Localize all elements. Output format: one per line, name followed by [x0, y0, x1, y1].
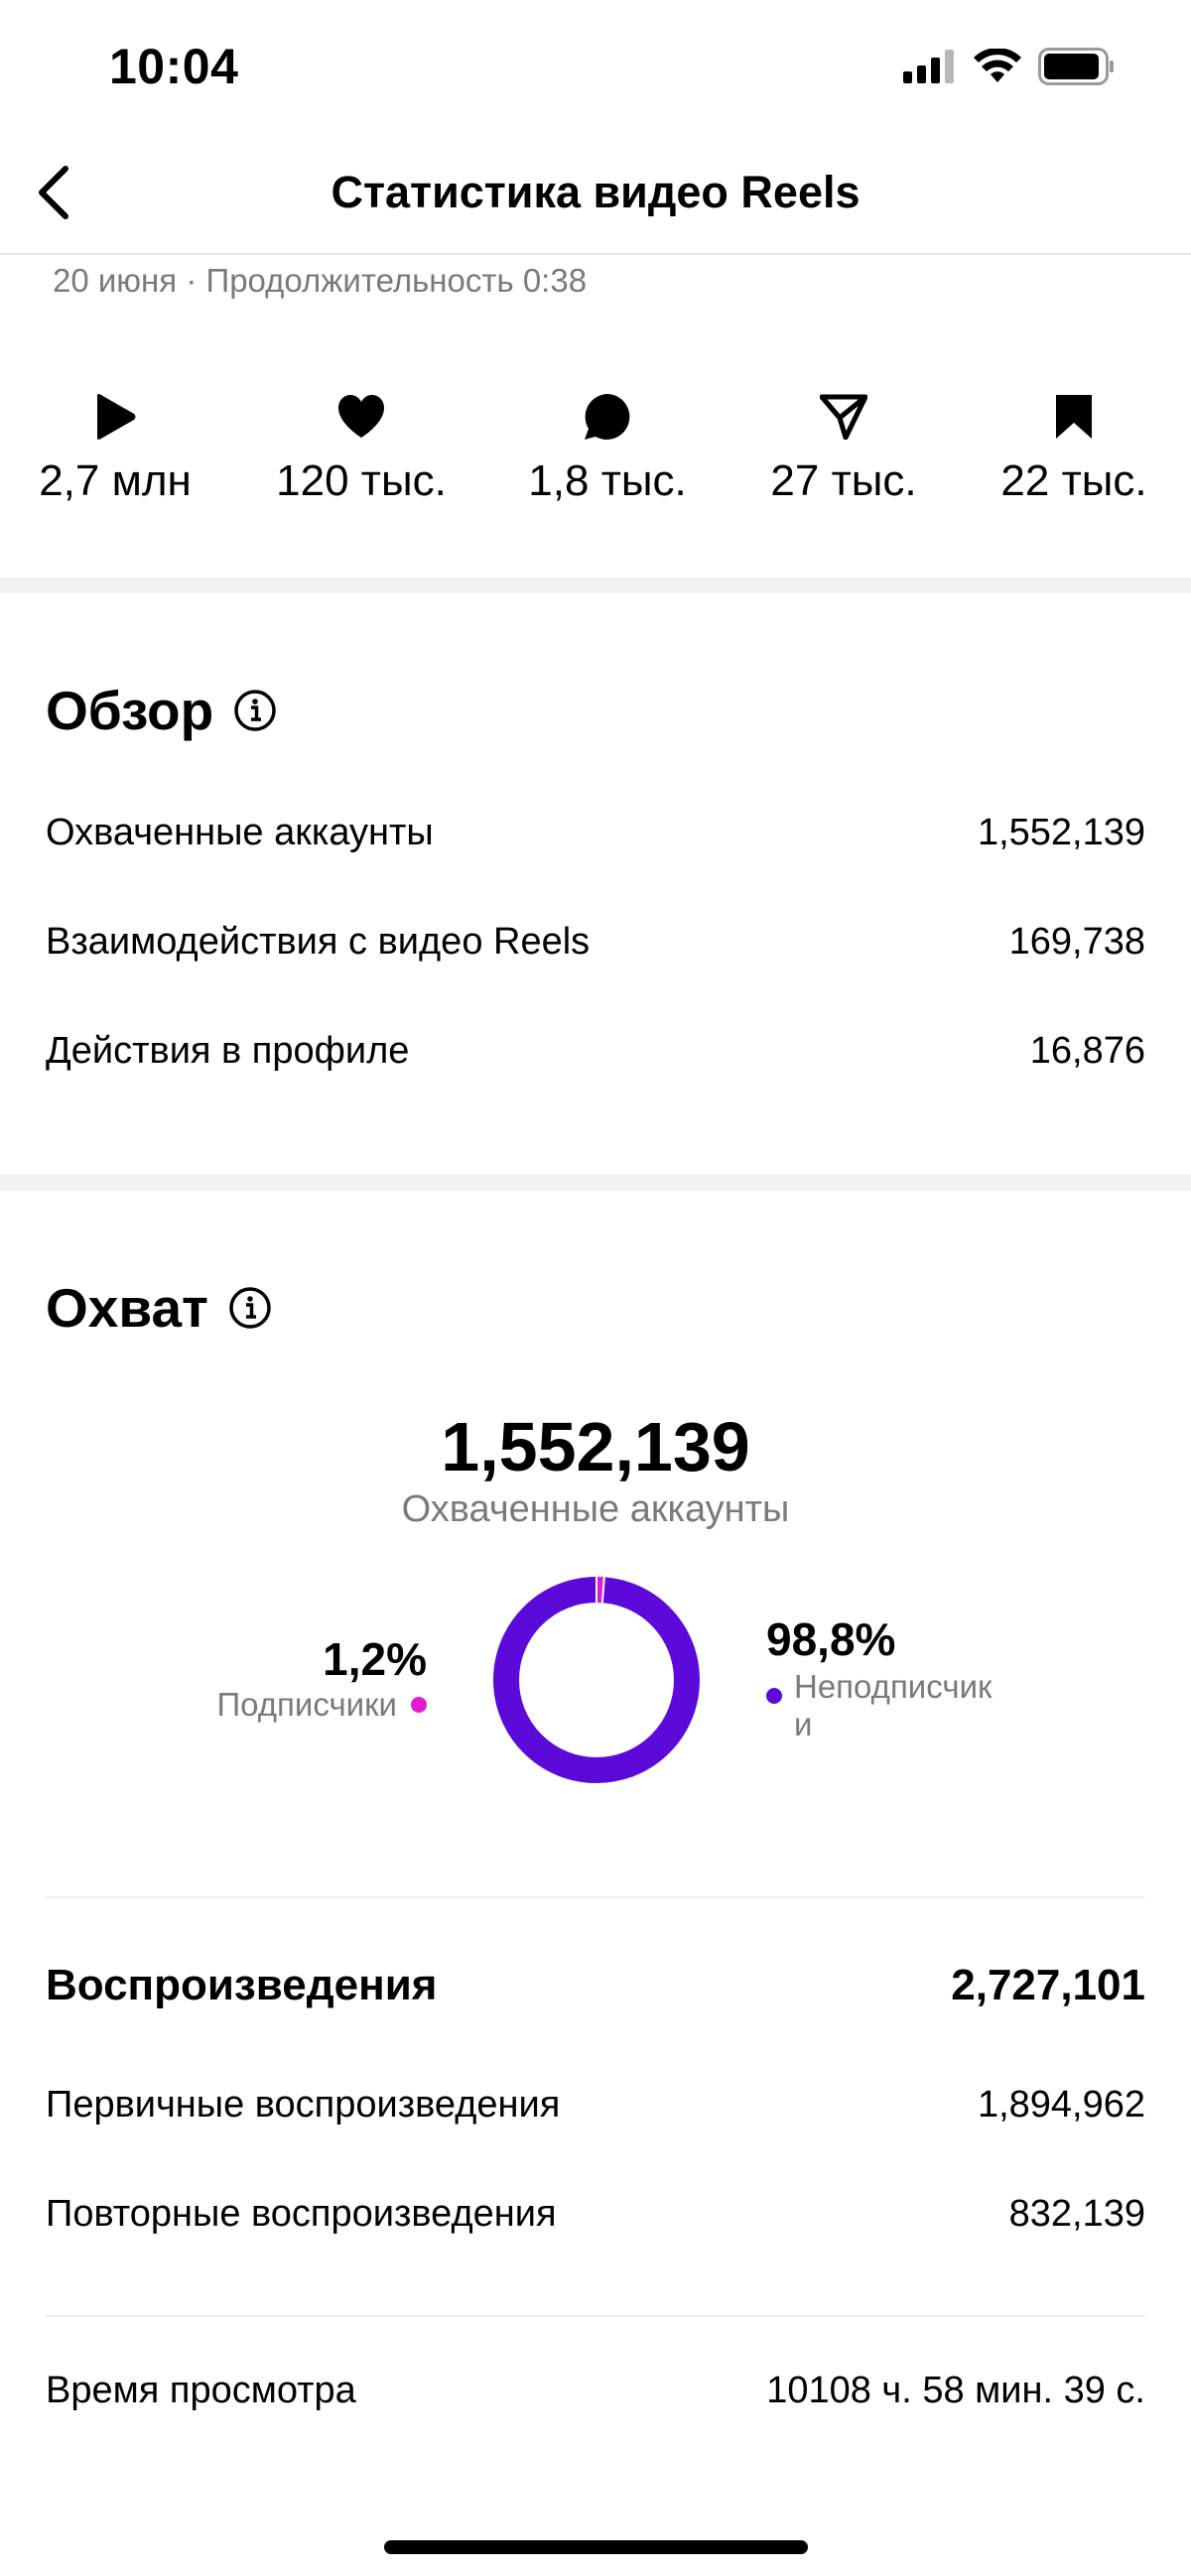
plays-row-replays: Повторные воспроизведения 832,139 [46, 2193, 1145, 2236]
overview-title: Обзор [46, 680, 214, 741]
row-value: 16,876 [1029, 1030, 1145, 1072]
reach-title: Охват [46, 1277, 208, 1339]
heart-icon [338, 395, 384, 438]
followers-legend: 1,2% Подписчики [216, 1632, 427, 1724]
info-icon[interactable] [233, 689, 277, 732]
status-time: 10:04 [109, 39, 239, 94]
metric-saves: 22 тыс. [965, 389, 1183, 506]
overview-row-reached: Охваченные аккаунты 1,552,139 [46, 812, 1145, 854]
plays-total: 2,727,101 [951, 1961, 1145, 2009]
overview-heading: Обзор [46, 679, 277, 742]
plays-total-row: Воспроизведения 2,727,101 [46, 1961, 1145, 2010]
divider [46, 2315, 1145, 2317]
metric-saves-value: 22 тыс. [1000, 456, 1147, 505]
reach-total-label: Охваченные аккаунты [401, 1488, 790, 1530]
bookmark-icon [1056, 395, 1092, 439]
metric-likes: 120 тыс. [252, 389, 470, 506]
reel-meta: 20 июня · Продолжительность 0:38 [53, 262, 588, 299]
section-divider [0, 578, 1191, 593]
row-label: Первичные воспроизведения [46, 2084, 561, 2125]
non-followers-pct: 98,8% [766, 1613, 896, 1665]
signal-icon [903, 50, 954, 83]
non-followers-label: Неподписчик [794, 1668, 992, 1705]
metric-shares-value: 27 тыс. [770, 456, 917, 505]
comment-icon [585, 394, 630, 440]
watch-time-label: Время просмотра [46, 2370, 356, 2411]
followers-pct: 1,2% [323, 1633, 427, 1685]
divider [46, 1896, 1145, 1898]
reach-donut-chart [492, 1576, 701, 1784]
battery-icon [1038, 48, 1114, 85]
donut-non-followers [493, 1577, 700, 1783]
reach-heading: Охват [46, 1276, 272, 1340]
watch-time-value: 10108 ч. 58 мин. 39 с. [766, 2370, 1145, 2411]
row-value: 1,552,139 [977, 812, 1145, 853]
page-title: Статистика видео Reels [331, 167, 860, 217]
watch-time-row: Время просмотра 10108 ч. 58 мин. 39 с. [46, 2370, 1145, 2412]
metric-plays-value: 2,7 млн [39, 456, 192, 505]
wifi-icon [974, 49, 1021, 82]
metric-shares: 27 тыс. [734, 389, 953, 506]
plays-title: Воспроизведения [46, 1961, 438, 2009]
row-label: Взаимодействия с видео Reels [46, 921, 591, 963]
plays-row-initial: Первичные воспроизведения 1,894,962 [46, 2084, 1145, 2126]
reach-total: 1,552,139 [441, 1408, 750, 1485]
overview-row-profile-actions: Действия в профиле 16,876 [46, 1030, 1145, 1073]
metric-plays: 2,7 млн [6, 389, 224, 506]
section-divider [0, 1175, 1191, 1191]
followers-label: Подписчики [216, 1686, 397, 1723]
home-indicator[interactable] [384, 2540, 808, 2554]
metric-likes-value: 120 тыс. [276, 456, 447, 505]
row-value: 169,738 [1008, 921, 1145, 963]
overview-row-interactions: Взаимодействия с видео Reels 169,738 [46, 921, 1145, 964]
info-icon[interactable] [228, 1286, 272, 1330]
non-followers-legend: 98,8% Неподписчик и [766, 1612, 992, 1743]
non-followers-dot [766, 1688, 782, 1704]
row-value: 832,139 [1008, 2193, 1145, 2235]
play-icon [97, 394, 136, 440]
send-icon [820, 394, 867, 440]
nav-divider [0, 253, 1191, 255]
metric-comments-value: 1,8 тыс. [528, 456, 687, 505]
non-followers-label-wrap: и [794, 1706, 813, 1742]
row-value: 1,894,962 [977, 2084, 1145, 2125]
row-label: Действия в профиле [46, 1030, 410, 1072]
row-label: Охваченные аккаунты [46, 812, 434, 853]
metric-comments: 1,8 тыс. [498, 389, 717, 506]
followers-dot [411, 1697, 427, 1713]
status-icons [903, 48, 1116, 85]
row-label: Повторные воспроизведения [46, 2193, 557, 2235]
